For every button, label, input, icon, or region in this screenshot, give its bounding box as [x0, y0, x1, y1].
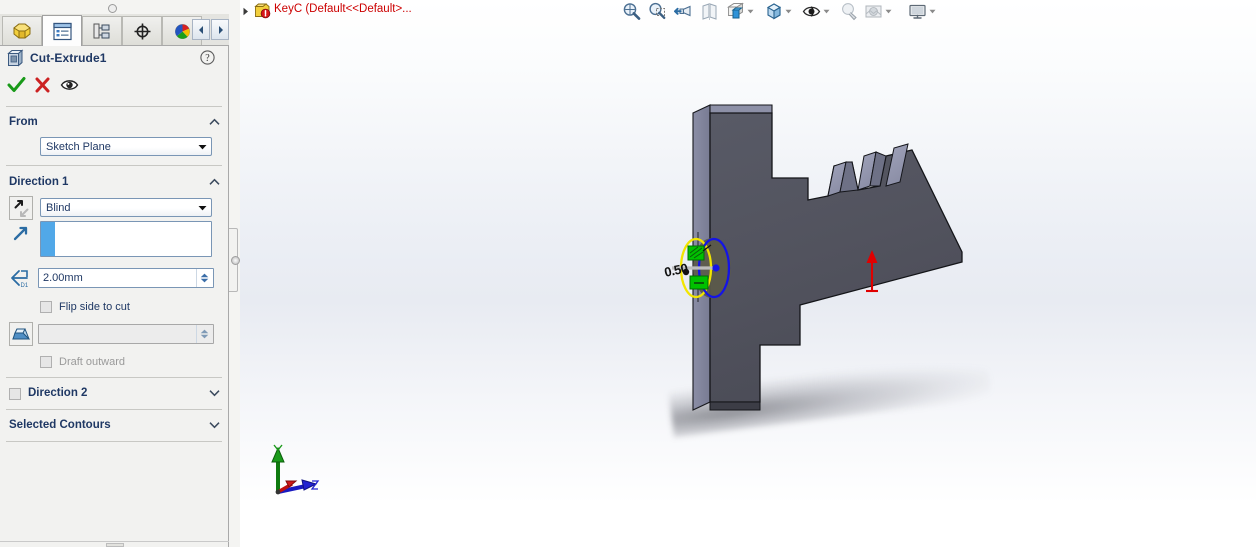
cancel-button[interactable]: [34, 76, 51, 97]
x-icon: [35, 77, 50, 93]
panel-drag-grip[interactable]: [0, 0, 229, 15]
from-condition-value: Sketch Plane: [46, 140, 111, 153]
direction2-enable-checkbox[interactable]: [9, 388, 21, 400]
feature-tree-icon: [13, 23, 31, 39]
cut-extrude-icon: [7, 49, 24, 67]
depth-spinner[interactable]: [196, 269, 212, 287]
chevron-up-icon[interactable]: [209, 118, 220, 126]
reference-triad: [271, 444, 320, 495]
dimension-callout[interactable]: 0.50: [663, 260, 689, 280]
part-front-face: [709, 112, 963, 403]
chevron-down-icon[interactable]: [194, 199, 211, 216]
depth-input[interactable]: 2.00mm: [38, 268, 214, 288]
triad-origin: [275, 489, 281, 495]
axis-endpoint-handle[interactable]: [712, 264, 720, 272]
group-header-selected-contours[interactable]: Selected Contours: [0, 415, 229, 437]
dimxpert-icon: [134, 23, 150, 39]
property-manager-action-row: [0, 76, 229, 104]
property-manager-header: Cut-Extrude1 ?: [0, 45, 229, 75]
tab-property-manager[interactable]: [42, 15, 82, 46]
help-icon[interactable]: ?: [200, 50, 215, 65]
group-title-direction2: Direction 2: [28, 387, 88, 399]
panel-nav-prev-button[interactable]: [192, 19, 210, 40]
manager-tab-row: [0, 14, 229, 46]
group-title-from: From: [9, 116, 38, 128]
tab-configuration-manager[interactable]: [82, 16, 122, 45]
part-geometry: [692, 104, 963, 411]
draft-angle-input: [38, 324, 214, 344]
detailed-preview-button[interactable]: [60, 76, 79, 97]
panel-bottom-divider: [0, 541, 229, 542]
check-icon: [7, 77, 26, 92]
reverse-direction-icon: [14, 199, 28, 217]
chevron-up-icon[interactable]: [209, 178, 220, 186]
panel-nav-next-button[interactable]: [211, 19, 229, 40]
direction-reference-selection-box[interactable]: [40, 221, 212, 257]
depth-value: 2.00mm: [43, 272, 83, 284]
property-manager-icon: [52, 22, 72, 40]
from-condition-dropdown[interactable]: Sketch Plane: [40, 137, 212, 156]
flip-side-to-cut-checkbox[interactable]: [40, 301, 52, 313]
group-title-selected-contours: Selected Contours: [9, 419, 111, 431]
grip-dot-icon: [108, 4, 117, 13]
reverse-direction-button[interactable]: [9, 196, 33, 220]
draft-outward-label: Draft outward: [59, 356, 126, 368]
eye-icon: [60, 80, 79, 90]
header-divider: [6, 106, 222, 107]
draft-angle-spinner: [196, 325, 212, 343]
configuration-manager-icon: [93, 23, 109, 38]
selected-contours-group-divider: [6, 441, 222, 442]
tab-dimxpert-manager[interactable]: [122, 16, 162, 45]
chevron-down-icon[interactable]: [209, 421, 220, 429]
direction2-group-divider: [6, 409, 222, 410]
chevron-down-icon[interactable]: [194, 138, 211, 155]
dimension-callout-text: 0.50: [663, 260, 689, 280]
direction1-group-divider: [6, 377, 222, 378]
part-bottom-edge: [709, 401, 761, 411]
flip-side-to-cut-row[interactable]: Flip side to cut: [40, 299, 130, 315]
chevron-down-icon[interactable]: [209, 389, 220, 397]
graphics-area[interactable]: KeyC (Default<<Default>... 0.50: [240, 0, 1256, 547]
group-header-direction1[interactable]: Direction 1: [0, 172, 229, 194]
cut-manipulator[interactable]: 0.50: [663, 237, 731, 299]
draft-toggle-button[interactable]: [9, 322, 33, 346]
chevron-left-icon: [198, 25, 203, 34]
ok-button[interactable]: [7, 76, 26, 97]
tab-feature-manager[interactable]: [2, 16, 42, 45]
panel-bottom-grip[interactable]: [106, 543, 124, 547]
group-header-from[interactable]: From: [0, 112, 229, 134]
group-header-direction2[interactable]: Direction 2: [0, 383, 229, 405]
draft-outward-checkbox: [40, 356, 52, 368]
property-manager-panel: Cut-Extrude1 ? From Sketch Plane Directi…: [0, 0, 229, 547]
spin-down-icon[interactable]: [200, 278, 209, 283]
svg-text:D1: D1: [21, 283, 29, 288]
group-title-direction1: Direction 1: [9, 176, 69, 188]
from-group-divider: [6, 165, 222, 166]
display-manager-icon: [174, 23, 190, 39]
flip-side-to-cut-label: Flip side to cut: [59, 301, 130, 313]
svg-text:?: ?: [205, 53, 210, 64]
end-condition-dropdown[interactable]: Blind: [40, 198, 212, 217]
key-part-model[interactable]: 0.50: [240, 0, 1256, 547]
direction-arrow-icon: [13, 226, 28, 241]
page-title: Cut-Extrude1: [30, 51, 107, 65]
draft-outward-row: Draft outward: [40, 354, 125, 370]
solidworks-window: Cut-Extrude1 ? From Sketch Plane Directi…: [0, 0, 1256, 547]
part-top-edge-face: [709, 104, 773, 114]
spin-down-icon: [200, 334, 209, 339]
depth-d1-icon: D1: [11, 270, 29, 288]
selection-active-indicator: [41, 222, 55, 256]
chevron-right-icon: [218, 25, 223, 34]
draft-angle-icon: [12, 328, 31, 340]
splitter-handle-dot-icon[interactable]: [231, 256, 240, 265]
end-condition-value: Blind: [46, 201, 71, 214]
